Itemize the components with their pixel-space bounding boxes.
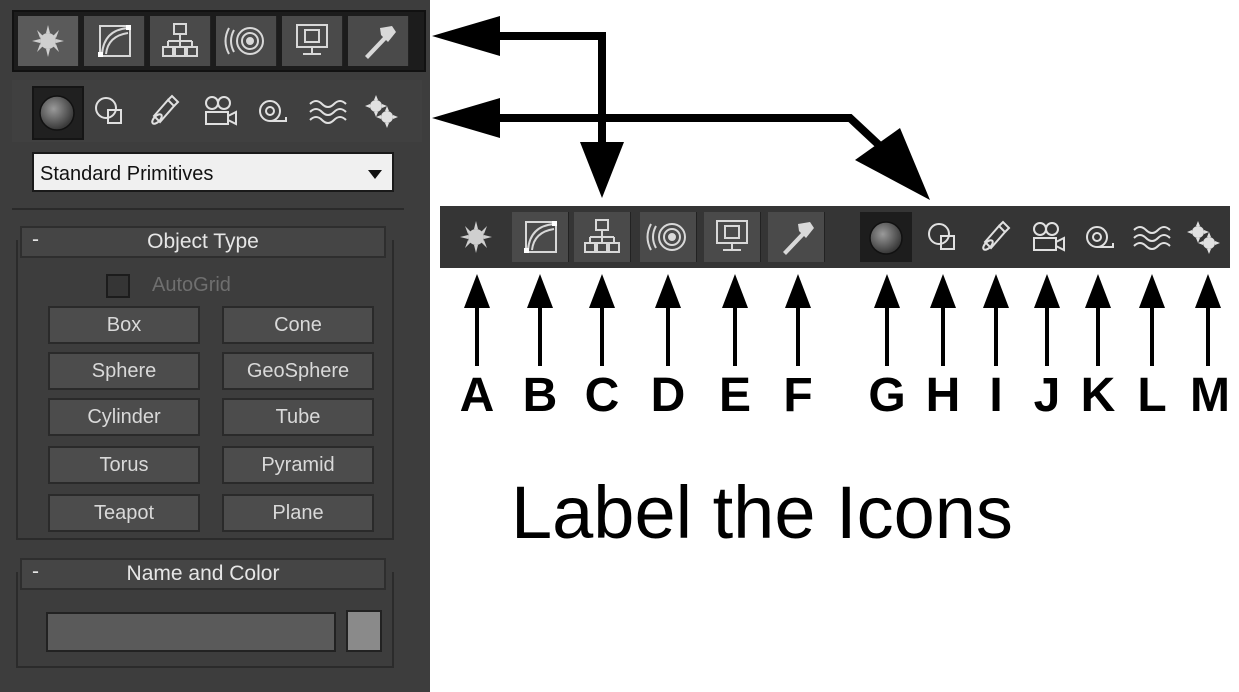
label-e: E	[718, 369, 751, 422]
headline: Label the Icons	[511, 471, 1013, 554]
connector-arrows	[432, 16, 930, 200]
label-h: H	[925, 369, 961, 422]
label-m: M	[1190, 369, 1230, 422]
label-i: I	[989, 369, 1003, 422]
label-j: J	[1033, 369, 1061, 422]
arrows-overlay	[432, 16, 1221, 366]
label-g: G	[868, 369, 906, 422]
label-arrows	[464, 274, 1221, 366]
label-d: D	[650, 369, 686, 422]
label-f: F	[783, 369, 813, 422]
label-b: B	[522, 369, 558, 422]
label-k: K	[1080, 369, 1116, 422]
label-a: A	[459, 369, 495, 422]
label-l: L	[1137, 369, 1167, 422]
label-c: C	[584, 369, 620, 422]
